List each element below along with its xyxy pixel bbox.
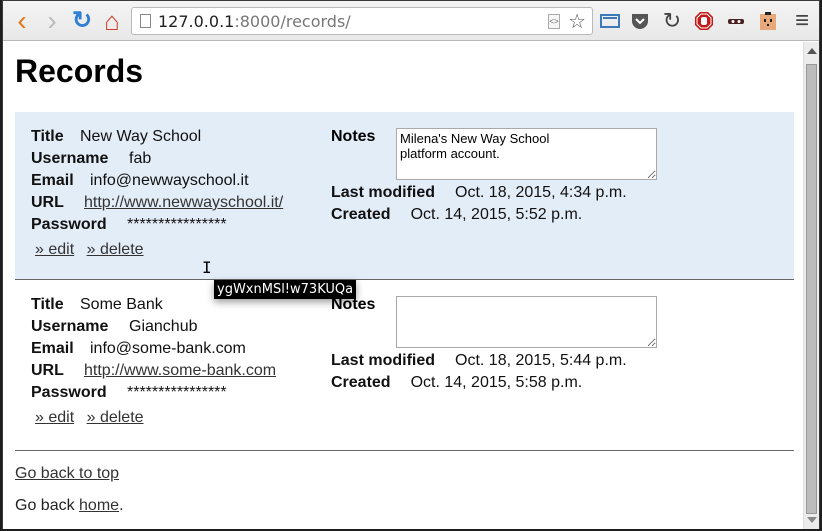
password-label: Password — [31, 216, 107, 233]
username-label: Username — [31, 318, 109, 335]
go-back-home-paragraph: Go back home. — [15, 497, 124, 515]
password-row: Password **************** — [31, 384, 276, 406]
created-value: Oct. 14, 2015, 5:58 p.m. — [410, 374, 583, 391]
scrollbar-thumb[interactable] — [806, 64, 817, 514]
notes-label: Notes — [331, 296, 376, 313]
last-modified-row: Last modified Oct. 18, 2015, 4:34 p.m. — [331, 184, 657, 206]
page-icon — [140, 14, 151, 28]
last-modified-row: Last modified Oct. 18, 2015, 5:44 p.m. — [331, 352, 657, 374]
reload-icon: ↻ — [71, 7, 93, 34]
title-label: Title — [31, 128, 64, 145]
menu-button[interactable]: ≡ — [789, 8, 815, 34]
browser-toolbar: ‹ › ↻ ⌂ 127.0.0.1:8000/records/ <> ☆ ↻ ≡ — [3, 1, 819, 41]
cast-icon[interactable] — [597, 8, 623, 34]
password-label: Password — [31, 384, 107, 401]
go-back-text: Go back — [15, 497, 80, 514]
face-extension-icon[interactable] — [755, 8, 781, 34]
record-meta: Notes Last modified Oct. 18, 2015, 5:44 p… — [331, 296, 657, 396]
record-fields: Title Some Bank Username Gianchub Email inf… — [31, 296, 276, 427]
username-label: Username — [31, 150, 109, 167]
page-title: Records — [15, 53, 144, 89]
title-row: Title Some Bank — [31, 296, 276, 318]
title-value: Some Bank — [80, 296, 163, 313]
email-label: Email — [31, 340, 74, 357]
created-row: Created Oct. 14, 2015, 5:52 p.m. — [331, 206, 657, 228]
username-value: fab — [129, 150, 152, 167]
notes-row: Notes — [331, 296, 657, 352]
back-icon: ‹ — [17, 5, 27, 36]
delete-link[interactable]: » delete — [87, 241, 144, 258]
home-link[interactable]: home — [79, 497, 119, 514]
url-label: URL — [31, 362, 64, 379]
refresh-extension-icon[interactable]: ↻ — [659, 8, 685, 34]
page-action-icon[interactable]: <> — [548, 14, 560, 29]
incognito-mask-icon[interactable] — [723, 8, 749, 34]
username-row: Username fab — [31, 150, 283, 172]
reload-button[interactable]: ↻ — [69, 8, 95, 34]
adblock-stop-icon[interactable] — [691, 8, 717, 34]
browser-window: ‹ › ↻ ⌂ 127.0.0.1:8000/records/ <> ☆ ↻ ≡… — [2, 0, 820, 529]
record-card: Title New Way School Username fab Email inf… — [15, 112, 794, 280]
forward-button[interactable]: › — [39, 5, 65, 36]
back-button[interactable]: ‹ — [9, 5, 35, 36]
record-fields: Title New Way School Username fab Email inf… — [31, 128, 283, 259]
address-bar[interactable]: 127.0.0.1:8000/records/ <> ☆ — [131, 7, 593, 35]
pocket-icon[interactable] — [627, 8, 653, 34]
record-actions: » edit » delete — [31, 241, 283, 259]
url-row: URL http://www.some-bank.com — [31, 362, 276, 384]
created-label: Created — [331, 374, 391, 391]
username-value: Gianchub — [129, 318, 198, 335]
url-link[interactable]: http://www.some-bank.com — [84, 362, 276, 380]
created-row: Created Oct. 14, 2015, 5:58 p.m. — [331, 374, 657, 396]
period-text: . — [119, 497, 124, 514]
title-label: Title — [31, 296, 64, 313]
text-cursor-icon: I — [202, 258, 212, 277]
created-value: Oct. 14, 2015, 5:52 p.m. — [410, 206, 583, 223]
scroll-up-arrow-icon[interactable] — [807, 48, 817, 54]
last-modified-value: Oct. 18, 2015, 5:44 p.m. — [455, 352, 627, 369]
notes-label: Notes — [331, 128, 376, 145]
vertical-scrollbar[interactable] — [803, 42, 819, 529]
edit-link[interactable]: » edit — [35, 241, 74, 258]
edit-link[interactable]: » edit — [35, 409, 74, 426]
url-label: URL — [31, 194, 64, 211]
title-row: Title New Way School — [31, 128, 283, 150]
email-value: info@some-bank.com — [90, 340, 246, 357]
page-footer: Go back to top Go back home. — [15, 465, 124, 529]
bookmark-star-icon[interactable]: ☆ — [568, 9, 586, 34]
last-modified-value: Oct. 18, 2015, 4:34 p.m. — [455, 184, 627, 201]
email-value: info@newwayschool.it — [90, 172, 249, 189]
back-to-top-paragraph: Go back to top — [15, 465, 124, 483]
notes-textarea[interactable] — [396, 128, 657, 180]
username-row: Username Gianchub — [31, 318, 276, 340]
email-row: Email info@newwayschool.it — [31, 172, 283, 194]
url-text[interactable]: 127.0.0.1:8000/records/ — [158, 12, 351, 31]
hamburger-menu-icon: ≡ — [794, 7, 809, 34]
notes-row: Notes — [331, 128, 657, 184]
url-row: URL http://www.newwayschool.it/ — [31, 194, 283, 216]
notes-textarea[interactable] — [396, 296, 657, 348]
home-button[interactable]: ⌂ — [99, 8, 125, 34]
email-label: Email — [31, 172, 74, 189]
created-label: Created — [331, 206, 391, 223]
url-link[interactable]: http://www.newwayschool.it/ — [84, 194, 283, 212]
scroll-down-arrow-icon[interactable] — [807, 517, 817, 523]
title-value: New Way School — [80, 128, 202, 145]
last-modified-label: Last modified — [331, 352, 436, 369]
delete-link[interactable]: » delete — [87, 409, 144, 426]
record-actions: » edit » delete — [31, 409, 276, 427]
record-meta: Notes Last modified Oct. 18, 2015, 4:34 p… — [331, 128, 657, 228]
last-modified-label: Last modified — [331, 184, 436, 201]
home-icon: ⌂ — [104, 6, 120, 36]
password-value[interactable]: **************** — [127, 216, 227, 234]
forward-icon: › — [47, 5, 57, 36]
back-to-top-link[interactable]: Go back to top — [15, 465, 119, 482]
password-tooltip: ygWxnMSl!w73KUQa — [214, 280, 357, 299]
page-content: Records Title New Way School Username fab … — [3, 42, 803, 529]
password-row: Password **************** — [31, 216, 283, 238]
password-value[interactable]: **************** — [127, 384, 227, 402]
email-row: Email info@some-bank.com — [31, 340, 276, 362]
record-card: Title Some Bank Username Gianchub Email inf… — [15, 280, 794, 451]
